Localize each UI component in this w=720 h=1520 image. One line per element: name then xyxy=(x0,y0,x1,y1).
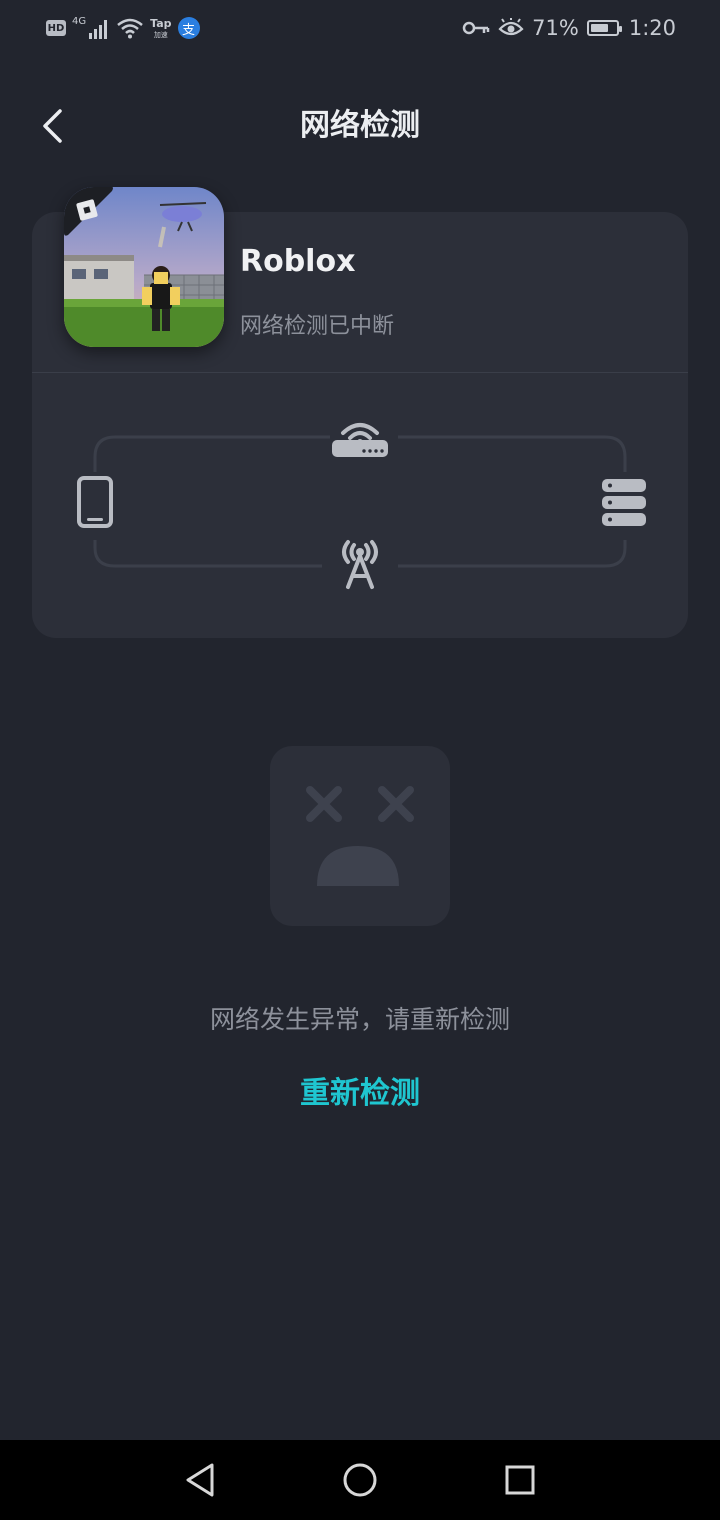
header: 网络检测 xyxy=(0,90,720,162)
error-message: 网络发生异常，请重新检测 xyxy=(209,1005,510,1034)
sad-face-icon xyxy=(270,746,450,926)
wifi-icon xyxy=(117,18,143,39)
phone-icon xyxy=(77,476,113,528)
navigation-bar xyxy=(0,1440,720,1520)
tap-accelerator-icon: Tap 加速 xyxy=(150,17,171,40)
signal-icon: 4G xyxy=(72,17,110,39)
app-name: Roblox xyxy=(240,244,356,279)
status-bar: HD 4G Tap 加速 支 71% 1:20 xyxy=(0,0,720,56)
nav-home-icon xyxy=(343,1463,377,1497)
server-icon xyxy=(602,479,646,526)
status-left: HD 4G Tap 加速 支 xyxy=(46,14,200,42)
app-icon xyxy=(64,187,224,347)
app-status: 网络检测已中断 xyxy=(240,314,395,339)
nav-back-button[interactable] xyxy=(178,1458,222,1502)
status-right: 71% 1:20 xyxy=(462,14,676,42)
clock: 1:20 xyxy=(628,16,676,40)
hd-icon: HD xyxy=(46,20,66,36)
nav-home-button[interactable] xyxy=(338,1458,382,1502)
nav-back-icon xyxy=(186,1463,214,1497)
battery-percent: 71% xyxy=(532,16,579,40)
network-diagram xyxy=(77,423,646,589)
nav-recents-icon xyxy=(505,1465,535,1495)
tap-label: Tap xyxy=(150,16,172,30)
retry-button[interactable]: 重新检测 xyxy=(0,1068,720,1112)
battery-icon xyxy=(586,20,622,36)
router-icon xyxy=(332,423,388,457)
eye-icon xyxy=(498,18,524,36)
key-icon xyxy=(462,21,490,35)
battery-fill xyxy=(590,24,608,32)
network-type-label: 4G xyxy=(72,16,87,27)
cell-tower-icon xyxy=(342,540,378,589)
tap-sub-label: 加速 xyxy=(153,30,168,39)
nav-recents-button[interactable] xyxy=(498,1458,542,1502)
alipay-icon: 支 xyxy=(177,17,200,39)
card-divider xyxy=(32,372,688,373)
page-title: 网络检测 xyxy=(300,108,420,143)
